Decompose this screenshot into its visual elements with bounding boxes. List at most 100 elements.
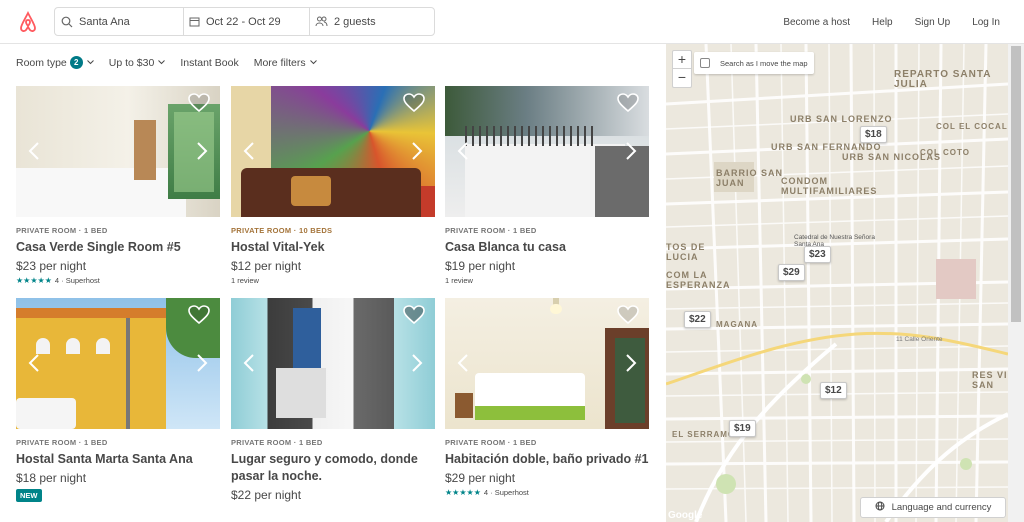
listing-kicker: PRIVATE ROOM · 1 BED [16,226,108,235]
guests-field[interactable]: 2 guests [310,8,434,35]
chevron-right-icon[interactable] [196,354,208,372]
listing-price: $19 per night [445,259,516,273]
dates-field[interactable]: Oct 22 - Oct 29 [184,8,310,35]
page-scrollbar[interactable] [1008,44,1024,522]
price-pin[interactable]: $19 [729,420,756,437]
star-rating-icon: ★★★★★ [16,276,52,285]
checkbox[interactable] [700,58,710,68]
price-pin[interactable]: $18 [860,126,887,143]
location-value: Santa Ana [79,15,130,28]
listing-price: $23 per night [16,259,87,273]
language-currency-label: Language and currency [891,502,992,513]
chevron-left-icon[interactable] [457,142,469,160]
zoom-in-button[interactable]: + [673,51,691,69]
listing-photo[interactable] [16,298,220,429]
language-currency-button[interactable]: Language and currency [860,497,1006,518]
listing-rating: ★★★★★ 4 · Superhost [16,276,220,285]
price-filter-label: Up to $30 [108,56,155,69]
scrollbar-thumb[interactable] [1011,46,1021,322]
sign-up-link[interactable]: Sign Up [915,17,951,28]
listing-meta: 1 review [445,276,473,285]
zoom-out-button[interactable]: − [673,69,691,87]
heart-icon[interactable] [617,93,639,113]
search-bar[interactable]: Santa Ana Oct 22 - Oct 29 2 guests [54,7,435,36]
listing-kicker: PRIVATE ROOM · 1 BED [16,438,108,447]
listing-title[interactable]: Hostal Santa Marta Santa Ana [16,451,220,468]
chevron-left-icon[interactable] [28,142,40,160]
listing-card[interactable]: PRIVATE ROOM · 1 BED Lugar seguro y como… [231,298,435,502]
chevron-right-icon[interactable] [411,354,423,372]
help-link[interactable]: Help [872,17,893,28]
map-canvas[interactable]: REPARTO SANTA JULIA URB SAN LORENZO URB … [666,44,1008,522]
log-in-link[interactable]: Log In [972,17,1000,28]
map-label: BARRIO SAN JUAN [716,168,784,188]
calendar-icon [189,17,200,27]
become-host-link[interactable]: Become a host [783,17,850,28]
room-type-count-badge: 2 [69,56,83,69]
airbnb-logo-icon[interactable] [16,10,40,34]
map-street-label: 11 Calle Oriente [896,336,943,343]
more-filters-button[interactable]: More filters [254,57,317,69]
listing-photo[interactable] [231,86,435,217]
listing-title[interactable]: Hostal Vital-Yek [231,239,435,256]
chevron-right-icon[interactable] [196,142,208,160]
heart-icon[interactable] [188,93,210,113]
dates-value: Oct 22 - Oct 29 [206,15,281,28]
chevron-right-icon[interactable] [411,142,423,160]
price-filter[interactable]: Up to $30 [109,57,166,69]
map-label: COM LA ESPERANZA [666,270,731,290]
new-badge: NEW [16,489,42,502]
heart-icon[interactable] [403,305,425,325]
guests-value: 2 guests [334,15,376,28]
map-zoom-control: + − [672,50,692,88]
listing-photo[interactable] [231,298,435,429]
instant-book-filter[interactable]: Instant Book [180,57,238,69]
price-pin[interactable]: $12 [820,382,847,399]
search-as-move-label: Search as I move the map [720,58,808,68]
chevron-left-icon[interactable] [243,142,255,160]
map-label: CONDOM MULTIFAMILIARES [781,176,878,196]
listing-title[interactable]: Casa Verde Single Room #5 [16,239,220,256]
search-icon [61,16,73,27]
listing-title[interactable]: Habitación doble, baño privado #1 [445,451,649,468]
heart-icon[interactable] [617,305,639,325]
listing-meta: 1 review [231,276,259,285]
listing-title[interactable]: Casa Blanca tu casa [445,239,649,256]
map-label: RES VI SAN [972,370,1008,390]
listing-card[interactable]: PRIVATE ROOM · 10 BEDS Hostal Vital-Yek … [231,86,435,285]
chevron-left-icon[interactable] [243,354,255,372]
map-label: URB SAN LORENZO [790,114,893,124]
search-as-move-toggle[interactable]: Search as I move the map [694,52,814,74]
listing-photo[interactable] [445,86,649,217]
listing-card[interactable]: PRIVATE ROOM · 1 BED Habitación doble, b… [445,298,649,497]
globe-icon [875,501,885,514]
map-label: COL COTO [920,148,970,157]
listing-meta: 4 · Superhost [483,488,529,497]
listing-photo[interactable] [445,298,649,429]
chevron-right-icon[interactable] [625,142,637,160]
room-type-filter[interactable]: Room type 2 [16,56,94,69]
listing-photo[interactable] [16,86,220,217]
listing-card[interactable]: PRIVATE ROOM · 1 BED Casa Blanca tu casa… [445,86,649,285]
listing-card[interactable]: PRIVATE ROOM · 1 BED Hostal Santa Marta … [16,298,220,503]
listing-card[interactable]: PRIVATE ROOM · 1 BED Casa Verde Single R… [16,86,220,285]
chevron-left-icon[interactable] [457,354,469,372]
google-logo: Google [668,510,703,521]
chevron-down-icon [86,60,94,65]
chevron-left-icon[interactable] [28,354,40,372]
listing-kicker: PRIVATE ROOM · 1 BED [445,226,537,235]
listing-price: $22 per night [231,488,302,502]
listing-title[interactable]: Lugar seguro y comodo, donde pasar la no… [231,451,435,485]
heart-icon[interactable] [188,305,210,325]
price-pin[interactable]: $29 [778,264,805,281]
location-field[interactable]: Santa Ana [55,8,184,35]
guests-icon [315,16,328,27]
chevron-right-icon[interactable] [625,354,637,372]
price-pin[interactable]: $22 [684,311,711,328]
price-pin[interactable]: $23 [804,246,831,263]
heart-icon[interactable] [403,93,425,113]
room-type-label: Room type [16,56,67,69]
filter-bar: Room type 2 Up to $30 Instant Book More … [16,56,332,69]
instant-book-label: Instant Book [180,56,239,69]
map-label: REPARTO SANTA JULIA [894,69,992,90]
